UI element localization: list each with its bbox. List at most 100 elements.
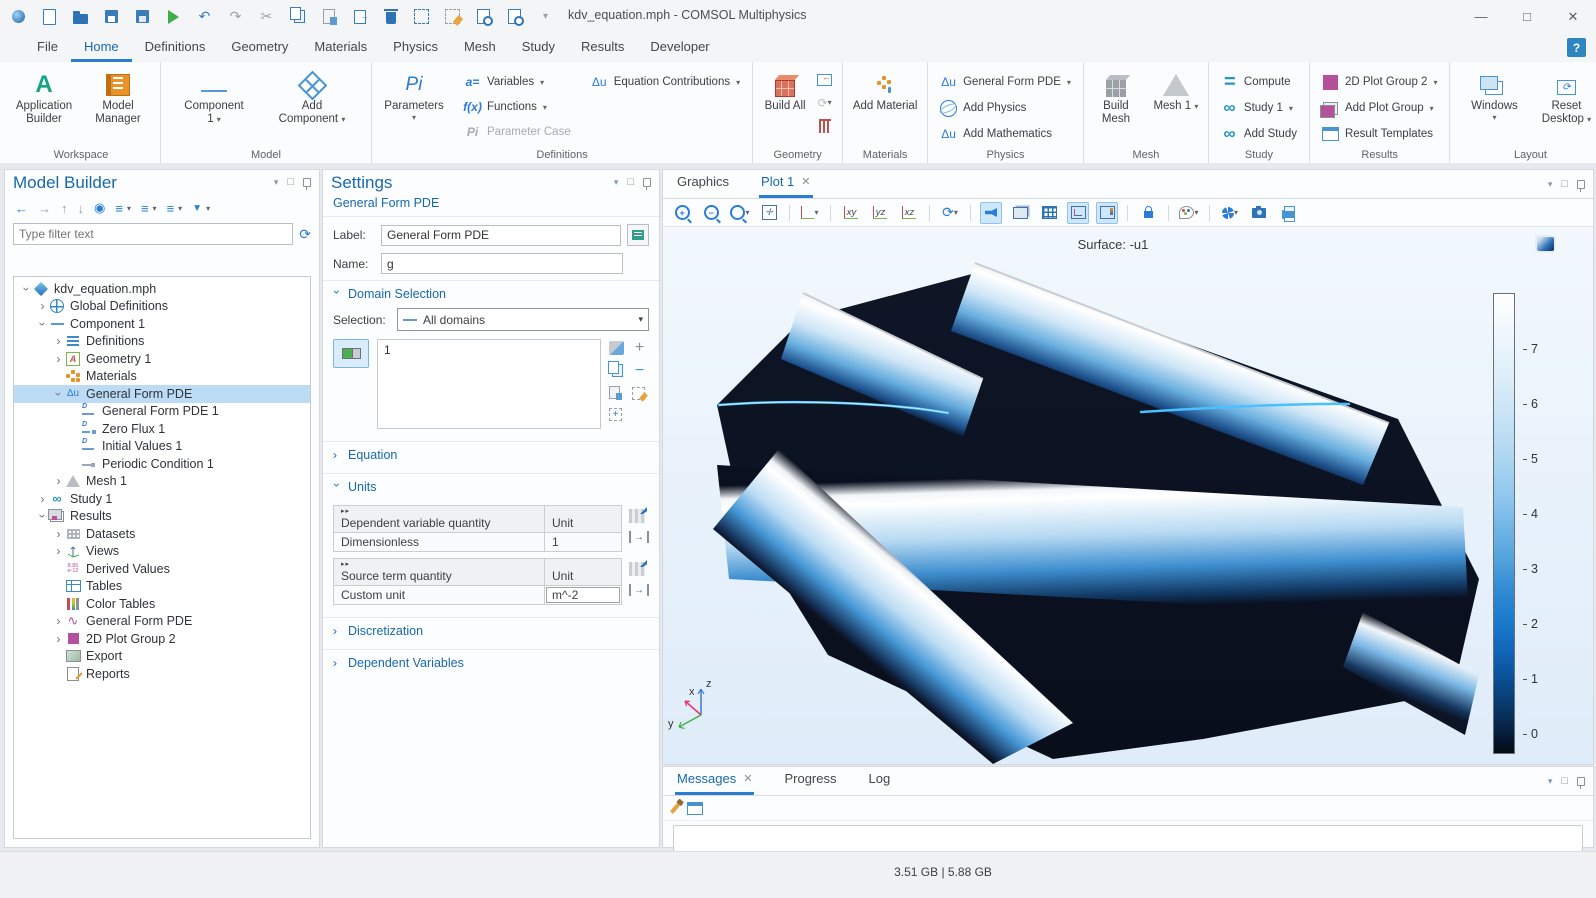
tree-item-geometry1[interactable]: ›Geometry 1 (14, 350, 310, 368)
menu-physics[interactable]: Physics (380, 33, 451, 62)
tree-item-root[interactable]: ›kdv_equation.mph (14, 280, 310, 298)
add-mathematics-button[interactable]: Δu Add Mathematics (937, 123, 1074, 145)
tree-item-zero-flux1[interactable]: Zero Flux 1 (14, 420, 310, 438)
menu-developer[interactable]: Developer (637, 33, 722, 62)
close-tab-icon[interactable]: ✕ (801, 175, 810, 188)
quantity-cell[interactable]: Dimensionless (334, 533, 545, 551)
panel-float-icon[interactable]: □ (627, 176, 634, 188)
scene-light-icon[interactable] (980, 202, 1002, 224)
customize-toolbar-caret[interactable]: ▾ (537, 8, 554, 25)
build-mesh-button[interactable]: Build Mesh (1093, 67, 1139, 147)
parameters-button[interactable]: Pi Parameters ▾ (381, 67, 447, 147)
tree-item-materials[interactable]: Materials (14, 368, 310, 386)
image-snapshot-icon[interactable] (1248, 202, 1270, 224)
tree-item-periodic-condition1[interactable]: Periodic Condition 1 (14, 455, 310, 473)
add-plot-group-button[interactable]: Add Plot Group▾ (1319, 97, 1440, 119)
color-legend-icon[interactable] (1096, 202, 1118, 224)
new-file-icon[interactable] (41, 8, 58, 25)
component1-button[interactable]: Component 1 ▾ (181, 67, 247, 147)
tree-item-general-form-pde[interactable]: ›ΔuGeneral Form PDE (14, 385, 310, 403)
unit-cell[interactable]: m^-2 (545, 586, 621, 604)
application-builder-button[interactable]: A Application Builder (11, 67, 77, 147)
add-to-selection-icon[interactable]: + (632, 341, 647, 355)
open-table-icon[interactable] (687, 802, 703, 815)
tree-item-study1[interactable]: ›∞Study 1 (14, 490, 310, 508)
view-yz-icon[interactable]: yz (869, 202, 891, 224)
tree-item-derived-values[interactable]: Derived Values (14, 560, 310, 578)
zoom-to-selection-icon[interactable]: + (609, 408, 622, 421)
view-xz-icon[interactable]: xz (898, 202, 920, 224)
color-theme-icon[interactable]: ▾ (1178, 202, 1200, 224)
find-in-views-icon[interactable] (506, 8, 523, 25)
rename-button[interactable] (627, 224, 649, 246)
tree-item-tables[interactable]: Tables (14, 578, 310, 596)
quantity-cell[interactable]: Custom unit (334, 586, 545, 604)
clear-selection-icon[interactable] (632, 387, 645, 400)
add-component-button[interactable]: Add Component ▾ (273, 67, 351, 147)
panel-pin-icon[interactable] (303, 178, 311, 187)
redo-icon[interactable]: ↷ (227, 8, 244, 25)
menu-study[interactable]: Study (509, 33, 568, 62)
zoom-extents-icon[interactable]: ✛ (758, 202, 780, 224)
menu-geometry[interactable]: Geometry (218, 33, 301, 62)
select-box-icon[interactable] (413, 8, 430, 25)
functions-button[interactable]: f(x) Functions▾ (461, 96, 574, 118)
selection-dropdown[interactable]: All domains ▾ (397, 308, 649, 331)
equation-contributions-button[interactable]: Δu Equation Contributions▾ (588, 71, 743, 93)
menu-mesh[interactable]: Mesh (451, 33, 509, 62)
plot-group-dropdown[interactable]: 2D Plot Group 2▾ (1319, 71, 1440, 93)
plot-canvas[interactable]: z x y Surface: -u1 7 6 5 4 3 2 1 0 (663, 227, 1593, 764)
tree-item-component1[interactable]: ›Component 1 (14, 315, 310, 333)
print-icon[interactable] (1277, 202, 1299, 224)
clear-messages-icon[interactable] (670, 803, 680, 814)
filter-input[interactable] (13, 223, 293, 245)
domain-list[interactable]: 1 (377, 339, 601, 429)
refresh-icon[interactable]: ⟳ (299, 226, 311, 243)
tree-item-views[interactable]: ›Views (14, 543, 310, 561)
units-header[interactable]: › Units (323, 473, 659, 499)
reset-desktop-button[interactable]: ⟳ Reset Desktop ▾ (1538, 67, 1594, 147)
model-manager-button[interactable]: Model Manager (85, 67, 151, 147)
tree-item-2d-plot-group2[interactable]: ›2D Plot Group 2 (14, 630, 310, 648)
virtual-operations-icon[interactable] (816, 117, 833, 134)
cut-icon[interactable]: ✂ (258, 8, 275, 25)
panel-pin-icon[interactable] (1577, 180, 1585, 189)
result-templates-button[interactable]: Result Templates (1319, 123, 1440, 145)
create-selection-icon[interactable] (609, 341, 624, 355)
messages-output[interactable] (673, 825, 1583, 852)
tree-item-general-form-pde1[interactable]: General Form PDE 1 (14, 403, 310, 421)
import-geometry-icon[interactable] (816, 71, 833, 88)
paste-selection-icon[interactable] (609, 386, 620, 399)
add-study-button[interactable]: ∞ Add Study (1218, 123, 1300, 145)
undo-icon[interactable]: ↶ (196, 8, 213, 25)
tab-progress[interactable]: Progress (782, 771, 838, 795)
run-icon[interactable] (165, 8, 182, 25)
change-unit-icon[interactable]: → (629, 584, 649, 596)
windows-button[interactable]: Windows ▾ (1466, 67, 1522, 147)
remove-from-selection-icon[interactable]: − (632, 364, 647, 378)
collapse-all-icon[interactable]: ≡ (141, 201, 149, 216)
tree-item-general-form-pde-results[interactable]: ›∿General Form PDE (14, 613, 310, 631)
tree-item-results[interactable]: ›Results (14, 508, 310, 526)
close-tab-icon[interactable]: ✕ (743, 772, 752, 785)
rotate-view-icon[interactable]: ⟳▾ (939, 202, 961, 224)
menu-definitions[interactable]: Definitions (132, 33, 219, 62)
domain-selection-header[interactable]: › Domain Selection (323, 280, 659, 306)
add-material-button[interactable]: Add Material (852, 67, 918, 147)
physics-interface-dropdown[interactable]: Δu General Form PDE▾ (937, 71, 1074, 93)
study1-button[interactable]: ∞ Study 1▾ (1218, 97, 1300, 119)
panel-collapse-icon[interactable]: ▾ (274, 177, 279, 188)
close-button[interactable]: ✕ (1550, 0, 1596, 33)
tree-item-export[interactable]: Export (14, 648, 310, 666)
menu-materials[interactable]: Materials (301, 33, 380, 62)
label-input[interactable] (381, 225, 621, 246)
save-icon[interactable] (103, 8, 120, 25)
menu-file[interactable]: File (24, 33, 71, 62)
find-icon[interactable] (475, 8, 492, 25)
model-tree-nodes-icon[interactable]: ≡ (167, 201, 175, 216)
clear-selection-icon[interactable] (444, 8, 461, 25)
paste-icon[interactable] (320, 8, 337, 25)
open-file-icon[interactable] (72, 8, 89, 25)
tree-item-mesh1[interactable]: ›Mesh 1 (14, 473, 310, 491)
save-as-icon[interactable] (134, 8, 151, 25)
